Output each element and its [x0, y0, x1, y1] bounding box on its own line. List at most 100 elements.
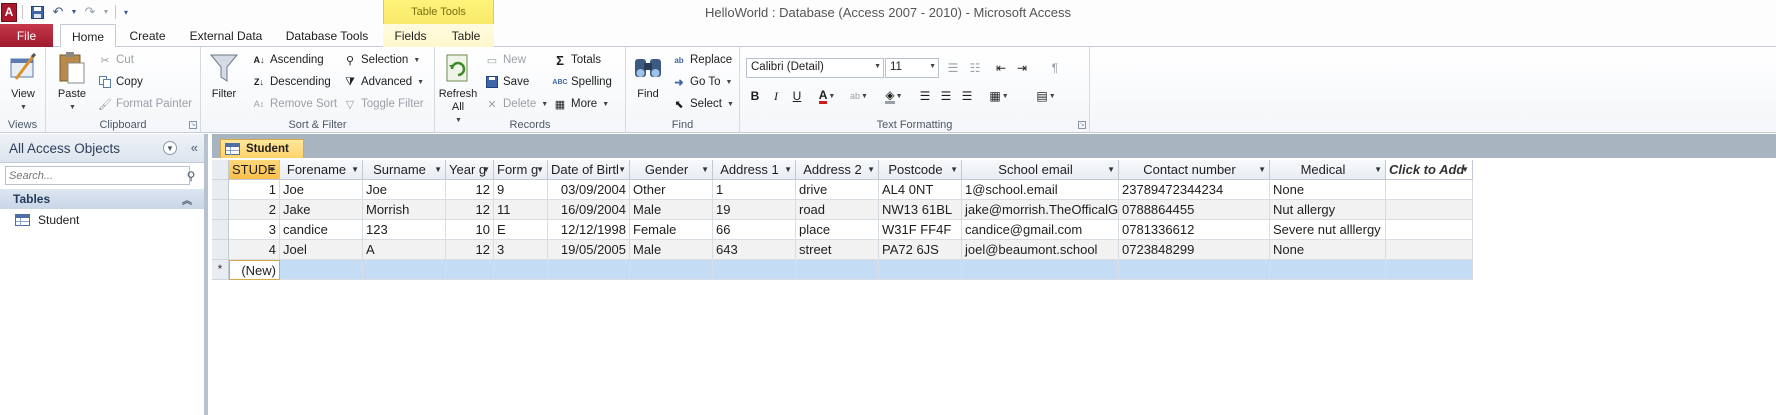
- replace-button[interactable]: ab Replace: [672, 50, 732, 70]
- table-cell[interactable]: None: [1270, 180, 1386, 200]
- column-dropdown-icon[interactable]: ▼: [1374, 160, 1382, 179]
- table-cell[interactable]: 123: [363, 220, 446, 240]
- tab-external-data[interactable]: External Data: [183, 24, 269, 47]
- totals-button[interactable]: Σ Totals: [553, 50, 601, 70]
- column-header[interactable]: Postcode ▼: [879, 160, 962, 180]
- new-record-cell[interactable]: [713, 260, 796, 280]
- table-cell[interactable]: PA72 6JS: [879, 240, 962, 260]
- column-header[interactable]: Click to Add ▼: [1386, 160, 1473, 180]
- table-cell[interactable]: 16/09/2004: [548, 200, 630, 220]
- redo-icon[interactable]: ↷: [81, 3, 99, 21]
- table-cell[interactable]: 66: [713, 220, 796, 240]
- chevron-up-double-icon[interactable]: ︽: [182, 192, 192, 207]
- record-selector[interactable]: [212, 200, 229, 220]
- save-record-button[interactable]: Save: [485, 72, 529, 92]
- nav-pane-header[interactable]: All Access Objects ▼ «: [0, 134, 204, 163]
- table-cell[interactable]: drive: [796, 180, 879, 200]
- table-cell[interactable]: 12: [446, 180, 494, 200]
- new-record-cell[interactable]: [796, 260, 879, 280]
- copy-button[interactable]: Copy: [98, 72, 143, 92]
- table-cell[interactable]: place: [796, 220, 879, 240]
- increase-indent-button[interactable]: ⇥: [1012, 58, 1032, 78]
- table-row[interactable]: 3 candice 123 10 E 12/12/1998 Female 66 place W31…: [212, 220, 1473, 240]
- table-cell[interactable]: 12/12/1998: [548, 220, 630, 240]
- align-left-button[interactable]: ☰: [915, 86, 935, 106]
- column-dropdown-icon[interactable]: ▼: [950, 160, 958, 179]
- paste-button[interactable]: Paste ▼: [54, 51, 90, 114]
- table-cell[interactable]: 0723848299: [1119, 240, 1270, 260]
- numbering-button[interactable]: ☷: [965, 58, 985, 78]
- column-header[interactable]: Contact number ▼: [1119, 160, 1270, 180]
- column-dropdown-icon[interactable]: ▼: [1107, 160, 1115, 179]
- table-cell[interactable]: [1386, 200, 1473, 220]
- descending-button[interactable]: Z↓ Descending: [252, 72, 331, 92]
- nav-group-tables[interactable]: Tables ︽: [0, 189, 204, 209]
- table-cell[interactable]: 0781336612: [1119, 220, 1270, 240]
- new-record-cell[interactable]: (New): [229, 260, 280, 280]
- column-header[interactable]: Address 2 ▼: [796, 160, 879, 180]
- table-cell[interactable]: 19/05/2005: [548, 240, 630, 260]
- column-dropdown-icon[interactable]: ▼: [784, 160, 792, 179]
- table-row[interactable]: 2 Jake Morrish 12 11 16/09/2004 Male 19 road NW13…: [212, 200, 1473, 220]
- table-cell[interactable]: 9: [494, 180, 548, 200]
- table-cell[interactable]: None: [1270, 240, 1386, 260]
- table-row[interactable]: 4 Joel A 12 3 19/05/2005 Male 643 street PA72 6JS…: [212, 240, 1473, 260]
- table-cell[interactable]: [1386, 220, 1473, 240]
- font-name-dropdown[interactable]: Calibri (Detail) ▼: [746, 58, 884, 78]
- decrease-indent-button[interactable]: ⇤: [991, 58, 1011, 78]
- column-dropdown-icon[interactable]: ▼: [701, 160, 709, 179]
- new-record-button[interactable]: ▭ New: [485, 50, 526, 70]
- align-center-button[interactable]: ☰: [936, 86, 956, 106]
- document-tab-student[interactable]: Student: [220, 139, 304, 158]
- table-cell[interactable]: Female: [630, 220, 713, 240]
- new-record-cell[interactable]: [280, 260, 363, 280]
- column-header[interactable]: Surname ▼: [363, 160, 446, 180]
- table-cell[interactable]: 12: [446, 200, 494, 220]
- customize-qat-icon[interactable]: ▾: [121, 3, 131, 21]
- record-selector[interactable]: [212, 220, 229, 240]
- undo-dropdown-icon[interactable]: ▼: [70, 3, 78, 21]
- tab-create[interactable]: Create: [124, 24, 171, 47]
- italic-button[interactable]: I: [766, 86, 786, 106]
- spelling-button[interactable]: ABC Spelling: [552, 72, 612, 92]
- table-cell[interactable]: [1386, 240, 1473, 260]
- new-record-cell[interactable]: [962, 260, 1119, 280]
- more-button[interactable]: ▦ More ▼: [553, 94, 609, 114]
- record-selector[interactable]: [212, 180, 229, 200]
- new-record-cell[interactable]: [879, 260, 962, 280]
- nav-menu-chevron-icon[interactable]: ▼: [163, 141, 177, 155]
- table-cell[interactable]: 3: [494, 240, 548, 260]
- table-cell[interactable]: 10: [446, 220, 494, 240]
- column-dropdown-icon[interactable]: ▼: [1258, 160, 1266, 179]
- table-cell[interactable]: 19: [713, 200, 796, 220]
- column-dropdown-icon[interactable]: ▼: [434, 160, 442, 179]
- table-cell[interactable]: 12: [446, 240, 494, 260]
- column-header[interactable]: School email ▼: [962, 160, 1119, 180]
- paragraph-direction-button[interactable]: ¶: [1045, 58, 1065, 78]
- table-cell[interactable]: Joe: [363, 180, 446, 200]
- table-cell[interactable]: 23789472344234: [1119, 180, 1270, 200]
- table-cell[interactable]: Male: [630, 240, 713, 260]
- new-record-cell[interactable]: [1119, 260, 1270, 280]
- table-cell[interactable]: candice: [280, 220, 363, 240]
- column-dropdown-icon[interactable]: ▼: [536, 160, 544, 179]
- refresh-all-button[interactable]: Refresh All ▼: [439, 51, 477, 127]
- table-cell[interactable]: road: [796, 200, 879, 220]
- bold-button[interactable]: B: [745, 86, 765, 106]
- record-selector[interactable]: [212, 160, 229, 180]
- font-size-dropdown[interactable]: 11 ▼: [885, 58, 939, 78]
- align-right-button[interactable]: ☰: [957, 86, 977, 106]
- tab-home[interactable]: Home: [60, 24, 116, 48]
- toggle-filter-button[interactable]: ▽ Toggle Filter: [343, 94, 424, 114]
- column-header[interactable]: STUDE ▼: [229, 160, 280, 180]
- new-record-cell[interactable]: [1386, 260, 1473, 280]
- search-icon[interactable]: ⚲: [183, 167, 199, 184]
- tab-file[interactable]: File: [0, 24, 53, 47]
- table-row[interactable]: 1 Joe Joe 12 9 03/09/2004 Other 1 drive AL4 0NT 1@…: [212, 180, 1473, 200]
- table-cell[interactable]: E: [494, 220, 548, 240]
- nav-item-student-table[interactable]: Student: [0, 209, 204, 230]
- ascending-button[interactable]: A↓ Ascending: [252, 50, 324, 70]
- format-painter-button[interactable]: 🖌 Format Painter: [98, 94, 192, 114]
- column-header[interactable]: Gender ▼: [630, 160, 713, 180]
- table-cell[interactable]: AL4 0NT: [879, 180, 962, 200]
